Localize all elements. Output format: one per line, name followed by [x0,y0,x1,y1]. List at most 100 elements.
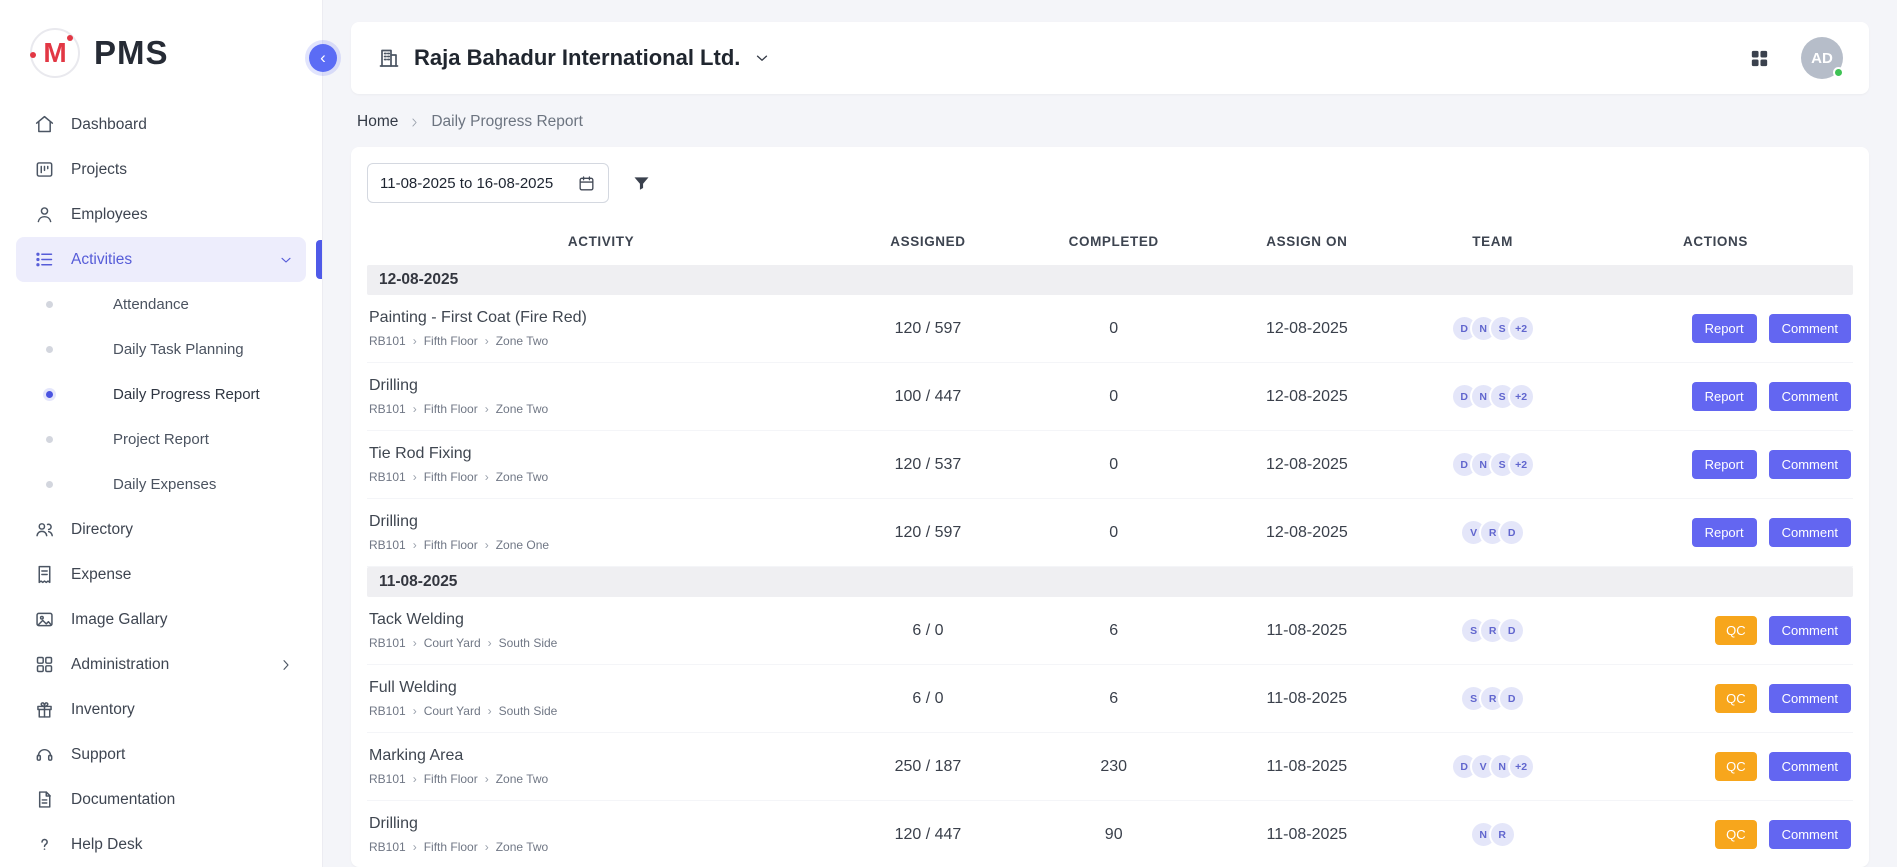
chevron-right-icon [278,657,294,673]
logo-icon: M [30,28,80,78]
assign-on-value: 12-08-2025 [1207,524,1408,542]
helpdesk-icon [34,834,55,855]
documentation-icon [34,789,55,810]
active-accent-bar [316,240,322,279]
sidebar-subitem-project-report[interactable]: Project Report [16,417,306,462]
sidebar-subitem-label: Project Report [113,431,209,448]
sidebar-item-label: Dashboard [71,116,147,134]
sidebar-item-projects[interactable]: Projects [16,147,306,192]
sidebar-item-label: Administration [71,656,169,674]
home-icon [34,114,55,135]
sidebar-item-administration[interactable]: Administration [16,642,306,687]
chevron-right-icon: › [485,840,489,854]
assign-on-value: 11-08-2025 [1207,826,1408,844]
comment-button[interactable]: Comment [1769,616,1851,645]
apps-grid-icon[interactable] [1748,47,1771,70]
projects-icon [34,159,55,180]
breadcrumb-home[interactable]: Home [357,113,398,131]
employee-icon [34,204,55,225]
team-avatar: D [1498,617,1525,644]
sidebar-item-directory[interactable]: Directory [16,507,306,552]
activity-path: RB101›Court Yard›South Side [369,636,825,650]
column-header-assign-on: ASSIGN ON [1207,234,1408,249]
sidebar-subitem-daily-task-planning[interactable]: Daily Task Planning [16,327,306,372]
directory-icon [34,519,55,540]
activity-name: Drilling [369,815,825,833]
qc-button[interactable]: QC [1715,820,1757,849]
report-button[interactable]: Report [1692,382,1757,411]
sidebar-item-activities[interactable]: Activities [16,237,306,282]
completed-value: 230 [1021,758,1207,776]
sidebar-item-support[interactable]: Support [16,732,306,777]
sidebar-item-image-gallary[interactable]: Image Gallary [16,597,306,642]
team-avatar: +2 [1508,753,1535,780]
report-button[interactable]: Report [1692,314,1757,343]
avatar[interactable]: AD [1801,37,1843,79]
row-actions: Report Comment [1578,382,1853,411]
sidebar-subitem-attendance[interactable]: Attendance [16,282,306,327]
sidebar-item-expense[interactable]: Expense [16,552,306,597]
breadcrumb: Home Daily Progress Report [357,111,1869,133]
activity-cell: Painting - First Coat (Fire Red)RB101›Fi… [367,303,835,354]
logo: M PMS [0,0,322,102]
report-button[interactable]: Report [1692,450,1757,479]
topbar-right: AD [1748,37,1843,79]
assigned-value: 100 / 447 [835,388,1021,406]
comment-button[interactable]: Comment [1769,450,1851,479]
assign-on-value: 12-08-2025 [1207,320,1408,338]
sidebar-item-employees[interactable]: Employees [16,192,306,237]
column-header-assigned: ASSIGNED [835,234,1021,249]
table-row: Tie Rod FixingRB101›Fifth Floor›Zone Two… [367,431,1853,499]
date-range-input[interactable]: 11-08-2025 to 16-08-2025 [367,163,609,203]
activity-cell: DrillingRB101›Fifth Floor›Zone One [367,507,835,558]
sidebar-collapse-button[interactable]: ‹ [309,44,337,72]
column-header-team: TEAM [1407,234,1578,249]
topbar: Raja Bahadur International Ltd. AD [351,22,1869,94]
table-row: Tack WeldingRB101›Court Yard›South Side6… [367,597,1853,665]
filter-icon[interactable] [631,173,652,194]
comment-button[interactable]: Comment [1769,382,1851,411]
activity-name: Drilling [369,377,825,395]
company-selector[interactable]: Raja Bahadur International Ltd. [377,45,771,71]
date-group-header: 12-08-2025 [367,265,1853,295]
date-range-value: 11-08-2025 to 16-08-2025 [380,175,553,192]
report-button[interactable]: Report [1692,518,1757,547]
sidebar-item-dashboard[interactable]: Dashboard [16,102,306,147]
comment-button[interactable]: Comment [1769,820,1851,849]
chevron-right-icon: › [488,636,492,650]
table-row: Marking AreaRB101›Fifth Floor›Zone Two25… [367,733,1853,801]
assigned-value: 120 / 597 [835,320,1021,338]
chevron-down-icon [278,252,294,268]
building-icon [377,46,401,70]
completed-value: 6 [1021,690,1207,708]
comment-button[interactable]: Comment [1769,314,1851,343]
assign-on-value: 12-08-2025 [1207,388,1408,406]
sidebar-item-label: Documentation [71,791,175,809]
sidebar-item-inventory[interactable]: Inventory [16,687,306,732]
table-row: DrillingRB101›Fifth Floor›Zone One120 / … [367,499,1853,567]
table-row: Drilling RB101›Fifth Floor›Zone Two 100 / … [367,363,1853,431]
sidebar-item-label: Activities [71,251,132,269]
qc-button[interactable]: QC [1715,684,1757,713]
activity-cell: Tack WeldingRB101›Court Yard›South Side [367,605,835,656]
sidebar-subitem-daily-progress-report[interactable]: Daily Progress Report [16,372,306,417]
bullet-icon [46,346,53,353]
chevron-right-icon: › [413,334,417,348]
qc-button[interactable]: QC [1715,752,1757,781]
chevron-right-icon [408,116,421,129]
activity-name: Tie Rod Fixing [369,445,825,463]
comment-button[interactable]: Comment [1769,684,1851,713]
sidebar-item-documentation[interactable]: Documentation [16,777,306,822]
table-body: 12-08-2025 Painting - First Coat (Fire Re… [367,265,1853,867]
activity-path: RB101›Fifth Floor›Zone Two [369,402,825,416]
comment-button[interactable]: Comment [1769,518,1851,547]
comment-button[interactable]: Comment [1769,752,1851,781]
assigned-value: 120 / 537 [835,456,1021,474]
row-actions: QC Comment [1578,684,1853,713]
qc-button[interactable]: QC [1715,616,1757,645]
sidebar-item-help-desk[interactable]: Help Desk [16,822,306,867]
sidebar-subitem-daily-expenses[interactable]: Daily Expenses [16,462,306,507]
sidebar-nav: Dashboard ProjectsEmployees Activities Atte… [0,102,322,867]
team-avatars: VRD [1407,519,1578,546]
main-content: Raja Bahadur International Ltd. AD Home … [323,0,1897,867]
